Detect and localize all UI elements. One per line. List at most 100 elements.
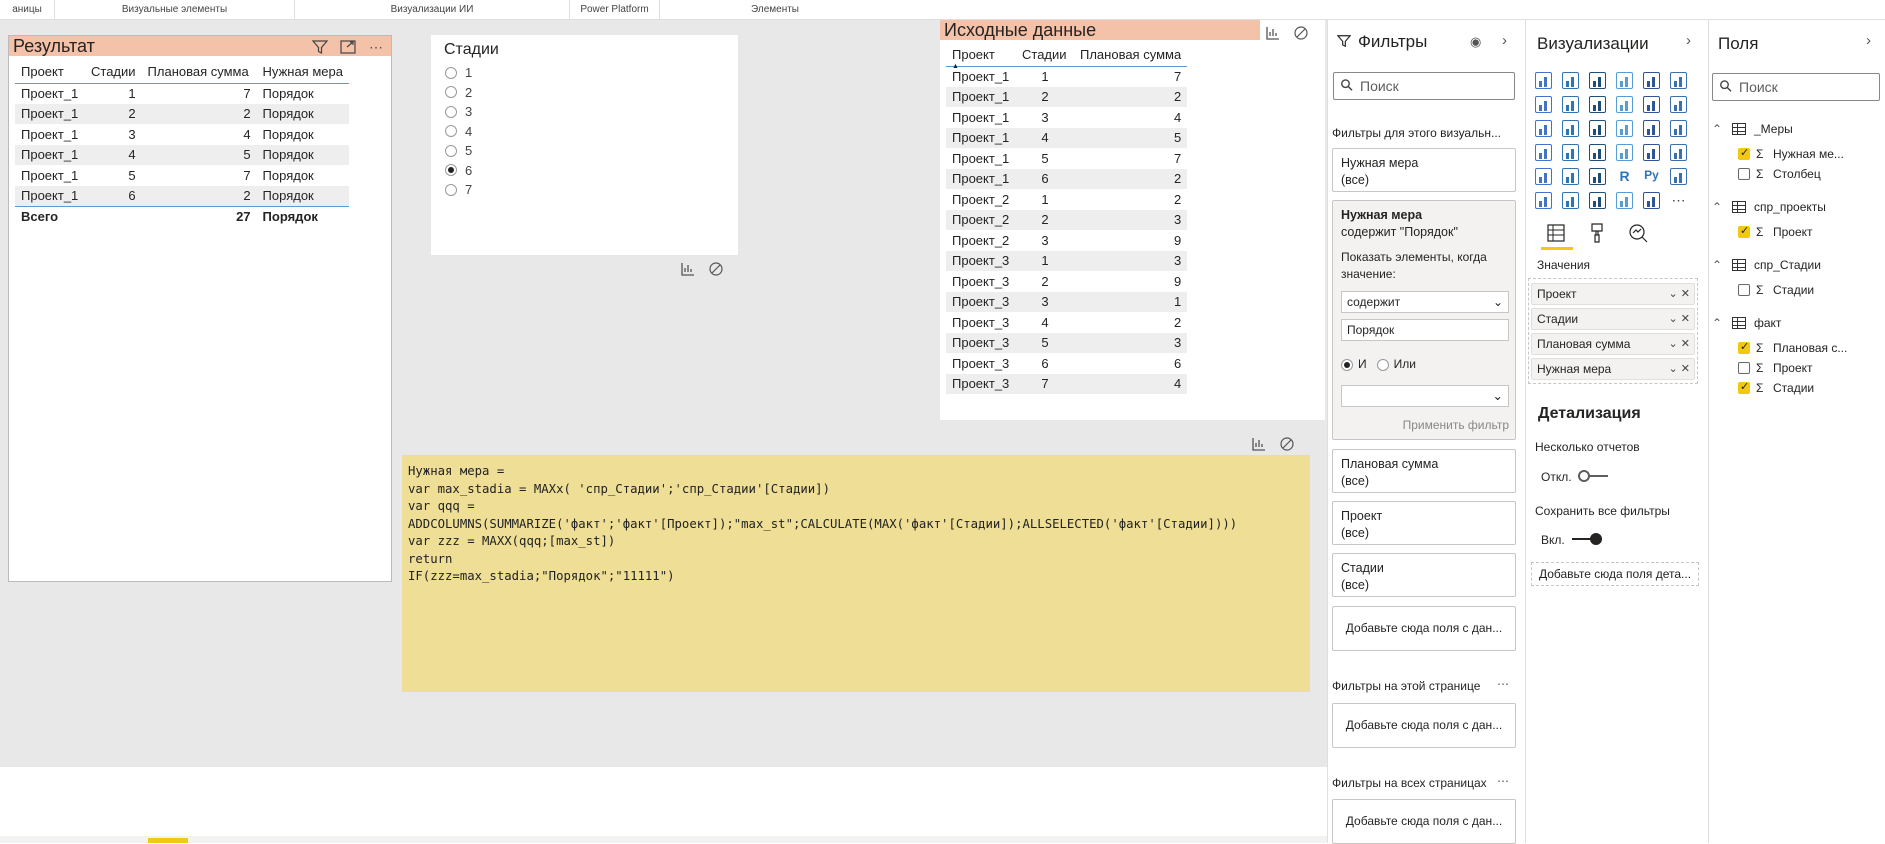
field-table-2[interactable]: ⌃ спр_Стадии — [1708, 256, 1885, 276]
chevron-up-icon[interactable]: ⌃ — [1712, 200, 1722, 214]
smart-narrative-icon[interactable] — [1589, 192, 1606, 209]
python-visual-icon[interactable]: Py — [1643, 168, 1660, 185]
filled-map-icon[interactable] — [1562, 144, 1579, 161]
cross-report-toggle[interactable] — [1578, 470, 1608, 482]
analytics-icon[interactable] — [1627, 222, 1649, 249]
stacked-bar-icon[interactable] — [1535, 72, 1552, 89]
field-checkbox[interactable] — [1738, 340, 1750, 354]
table-row[interactable]: Проект_1 5 7 — [946, 148, 1187, 169]
table-icon[interactable] — [1562, 168, 1579, 185]
table-row[interactable]: Проект_1 4 5 Порядок — [15, 144, 349, 165]
slicer-option-4[interactable]: 4 — [445, 122, 472, 142]
ribbon-section-visuals[interactable]: Визуальные элементы — [55, 0, 295, 20]
no-interaction-icon[interactable] — [1292, 24, 1310, 42]
col-header[interactable]: Проект ▲ — [946, 44, 1016, 69]
visual-header-chart-icon[interactable] — [679, 260, 697, 278]
card-icon[interactable] — [1616, 144, 1633, 161]
source-table-visual[interactable]: Исходные данные Проект ▲ Стадии Плановая … — [940, 20, 1325, 420]
paginated-icon[interactable] — [1616, 192, 1633, 209]
slicer-option-2[interactable]: 2 — [445, 83, 472, 103]
matrix-icon[interactable] — [1589, 168, 1606, 185]
well-field-project[interactable]: Проект ⌄ ✕ — [1531, 283, 1695, 305]
field-item[interactable]: ΣПроект — [1708, 360, 1885, 378]
condition-dropdown[interactable]: содержит ⌄ — [1341, 291, 1509, 313]
col-header[interactable]: Стадии — [1016, 44, 1074, 66]
dax-code-textbox[interactable]: Нужная мера = var max_stadia = MAXx( 'сп… — [402, 455, 1310, 692]
ribbon-section-power-platform[interactable]: Power Platform — [570, 0, 660, 20]
stage-slicer[interactable]: Стадии 1 2 3 4 5 6 7 — [431, 35, 738, 255]
table-row[interactable]: Проект_1 5 7 Порядок — [15, 165, 349, 186]
field-item[interactable]: ΣСтадии — [1708, 380, 1885, 398]
area-chart-icon[interactable] — [1562, 96, 1579, 113]
treemap-icon[interactable] — [1670, 120, 1687, 137]
chevron-up-icon[interactable]: ⌃ — [1712, 316, 1722, 330]
field-table-0[interactable]: ⌃ _Меры — [1708, 120, 1885, 140]
table-row[interactable]: Проект_1 2 2 — [946, 86, 1188, 107]
second-condition-dropdown[interactable]: ⌄ — [1341, 385, 1509, 407]
radio-button[interactable] — [445, 183, 457, 196]
radio-button[interactable] — [445, 125, 457, 138]
table-row[interactable]: Проект_1 6 2 Порядок — [15, 185, 349, 206]
focus-mode-icon[interactable] — [339, 38, 357, 56]
table-row[interactable]: Проект_1 3 4 Порядок — [15, 124, 349, 145]
stacked-column-icon[interactable] — [1562, 72, 1579, 89]
waterfall-icon[interactable] — [1535, 120, 1552, 137]
slicer-option-3[interactable]: 3 — [445, 102, 472, 122]
percent-bar-icon[interactable] — [1643, 72, 1660, 89]
table-row[interactable]: Проект_3 1 3 — [946, 250, 1188, 271]
ribbon-section-pages[interactable]: аницы — [0, 0, 55, 20]
ribbon-section-elements[interactable]: Элементы — [660, 0, 890, 20]
field-item[interactable]: ΣПлановая с... — [1708, 340, 1885, 358]
table-row[interactable]: Проект_1 1 7 — [946, 66, 1187, 87]
eye-icon[interactable]: ◉ — [1470, 34, 1481, 50]
radio-button[interactable] — [445, 86, 457, 99]
slicer-option-5[interactable]: 5 — [445, 141, 472, 161]
visual-header-chart-icon[interactable] — [1250, 435, 1268, 453]
qa-icon[interactable] — [1562, 192, 1579, 209]
r-visual-icon[interactable]: R — [1616, 168, 1633, 185]
active-page-tab[interactable] — [148, 838, 188, 843]
table-row[interactable]: Проект_1 3 4 — [946, 107, 1187, 128]
table-row[interactable]: Проект_1 4 5 — [946, 127, 1188, 148]
slicer-option-1[interactable]: 1 — [445, 63, 472, 83]
well-field-plan[interactable]: Плановая сумма ⌄ ✕ — [1531, 333, 1695, 355]
field-checkbox[interactable] — [1738, 284, 1750, 296]
filter-icon[interactable] — [311, 38, 329, 56]
fields-search-input[interactable]: Поиск — [1712, 73, 1880, 101]
table-row[interactable]: Проект_3 4 2 — [946, 312, 1187, 333]
field-checkbox[interactable] — [1738, 380, 1750, 394]
field-controls[interactable]: ⌄ ✕ — [1669, 359, 1691, 379]
chevron-up-icon[interactable]: ⌃ — [1712, 258, 1722, 272]
field-controls[interactable]: ⌄ ✕ — [1669, 334, 1691, 354]
field-item[interactable]: ΣНужная ме... — [1708, 146, 1885, 164]
build-visual-icon[interactable] — [1545, 222, 1567, 249]
kpi-icon[interactable] — [1670, 144, 1687, 161]
line-column-icon[interactable] — [1616, 96, 1633, 113]
condition-value-input[interactable]: Порядок — [1341, 319, 1509, 341]
field-checkbox[interactable] — [1738, 168, 1750, 180]
or-radio[interactable] — [1376, 358, 1389, 371]
table-row[interactable]: Проект_1 6 2 — [946, 168, 1188, 189]
slicer-icon[interactable] — [1535, 168, 1552, 185]
add-all-pages-filter-field[interactable]: Добавьте сюда поля с дан... — [1332, 799, 1516, 844]
no-interaction-icon[interactable] — [1278, 435, 1296, 453]
stacked-area-icon[interactable] — [1589, 96, 1606, 113]
field-checkbox[interactable] — [1738, 362, 1750, 374]
multirow-card-icon[interactable] — [1643, 144, 1660, 161]
field-item[interactable]: Σ Столбец — [1708, 166, 1885, 184]
table-row[interactable]: Проект_3 3 1 — [946, 291, 1188, 312]
collapse-pane-icon[interactable]: › — [1866, 32, 1871, 49]
table-row[interactable]: Проект_2 1 2 — [946, 189, 1187, 210]
funnel-icon[interactable] — [1562, 120, 1579, 137]
more-visuals-icon[interactable]: ⋯ — [1670, 192, 1687, 209]
well-field-stages[interactable]: Стадии ⌄ ✕ — [1531, 308, 1695, 330]
field-controls[interactable]: ⌄ ✕ — [1669, 309, 1691, 329]
ribbon-section-ai[interactable]: Визуализации ИИ — [295, 0, 570, 20]
filter-card-plan[interactable]: Плановая сумма (все) — [1332, 449, 1516, 493]
add-page-filter-field[interactable]: Добавьте сюда поля с дан... — [1332, 703, 1516, 748]
percent-column-icon[interactable] — [1670, 72, 1687, 89]
slicer-option-7[interactable]: 7 — [445, 180, 472, 200]
field-table-1[interactable]: ⌃ спр_проекты — [1708, 198, 1885, 218]
field-table-3[interactable]: ⌃ факт — [1708, 314, 1885, 334]
table-row[interactable]: Проект_1 1 7 Порядок — [15, 83, 349, 104]
